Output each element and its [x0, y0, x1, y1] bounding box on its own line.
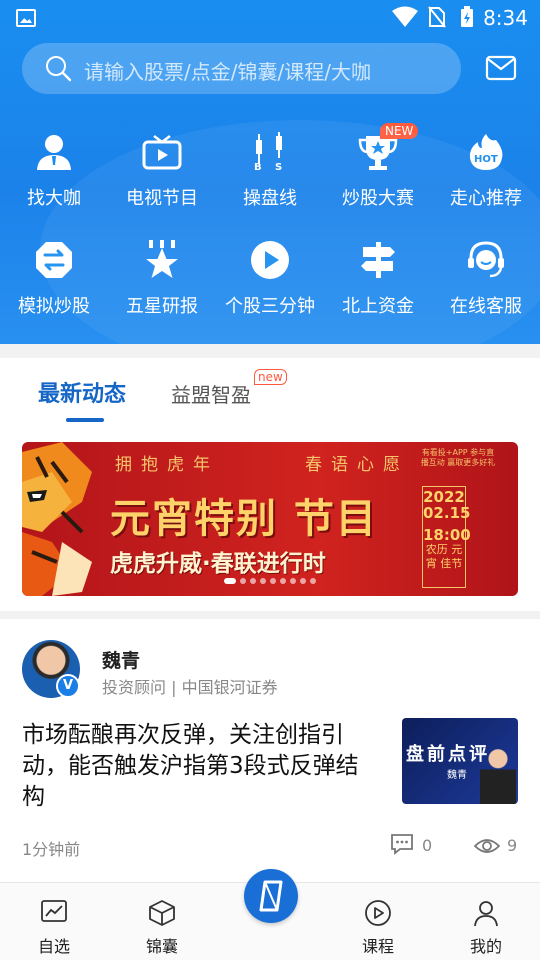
banner-main-title: 元宵特别 节目 [110, 496, 378, 542]
section-divider [0, 611, 540, 619]
menu-label: 操盘线 [243, 188, 297, 209]
hot-icon: HOT [469, 134, 503, 170]
menu-label: 北上资金 [342, 296, 414, 317]
banner-date-note: 农历 元宵 佳节 [425, 543, 463, 570]
banner-date-day: 02.15 [423, 504, 471, 522]
home-logo-button[interactable] [244, 869, 298, 923]
post-time: 1分钟前 [22, 840, 81, 859]
banner-slogan-1: 拥抱虎年 [115, 455, 219, 475]
banner-date-year: 2022 [423, 488, 465, 506]
author-name[interactable]: 魏青 [102, 646, 140, 673]
nav-tips[interactable]: 锦囊 [122, 883, 202, 961]
play-circle-icon [365, 900, 391, 926]
carousel-dot[interactable] [280, 578, 286, 584]
mail-icon[interactable] [485, 55, 517, 81]
new-tag: new [254, 369, 287, 385]
menu-label: 个股三分钟 [225, 296, 315, 317]
menu-label: 模拟炒股 [18, 296, 90, 317]
simulate-icon [36, 242, 72, 278]
svg-text:HOT: HOT [474, 154, 498, 165]
carousel-dot[interactable] [240, 578, 246, 584]
carousel-dot[interactable] [310, 578, 316, 584]
search-placeholder: 请输入股票/点金/锦囊/课程/大咖 [84, 60, 371, 84]
tab-yimeng-zhiying[interactable]: 益盟智盈 [171, 379, 251, 408]
trading-line-icon: BS [254, 132, 282, 172]
thumb-title: 盘前点评 [406, 744, 490, 765]
menu-label: 找大咖 [27, 188, 81, 209]
bottom-nav: 自选 锦囊 课程 我的 [0, 869, 540, 961]
author-subtitle: 投资顾问 | 中国银河证券 [102, 678, 278, 697]
signpost-icon [361, 242, 395, 278]
menu-find-expert[interactable]: 找大咖 [0, 120, 108, 220]
no-sim-icon [428, 6, 446, 33]
menu-label: 炒股大赛 [342, 188, 414, 209]
carousel-dot[interactable] [300, 578, 306, 584]
nav-mine[interactable]: 我的 [446, 883, 526, 961]
promo-banner[interactable]: 拥抱虎年 春语心愿 元宵特别 节目 虎虎升威·春联进行时 有看投+APP 参与直… [22, 442, 518, 596]
nav-label: 锦囊 [145, 937, 178, 956]
nav-courses[interactable]: 课程 [338, 883, 418, 961]
nav-label: 自选 [37, 937, 70, 956]
menu-hot-recommend[interactable]: HOT 走心推荐 [432, 120, 540, 220]
home-logo-icon [259, 880, 283, 912]
tab-latest-news[interactable]: 最新动态 [38, 376, 126, 408]
menu-northbound-funds[interactable]: 北上资金 [324, 228, 432, 328]
carousel-dot[interactable] [260, 578, 266, 584]
status-bar: 8:34 [0, 0, 540, 36]
star-report-icon [146, 240, 178, 278]
carousel-indicator [22, 569, 518, 588]
nav-watchlist[interactable]: 自选 [14, 883, 94, 961]
status-time: 8:34 [483, 6, 528, 30]
menu-tv-program[interactable]: 电视节目 [108, 120, 216, 220]
search-icon [46, 56, 72, 82]
views-count: 9 [507, 836, 518, 855]
battery-charging-icon [460, 6, 474, 33]
menu-online-service[interactable]: 在线客服 [432, 228, 540, 328]
content-tabs: 最新动态 益盟智盈 new [0, 358, 540, 422]
chart-icon [41, 900, 67, 922]
menu-five-star-report[interactable]: 五星研报 [108, 228, 216, 328]
tab-active-indicator [66, 418, 104, 422]
box-icon [149, 900, 175, 926]
menu-label: 在线客服 [450, 296, 522, 317]
wifi-icon [392, 6, 418, 33]
svg-text:B: B [254, 162, 262, 172]
search-input[interactable]: 请输入股票/点金/锦囊/课程/大咖 [22, 43, 461, 94]
banner-date-time: 18:00 [423, 526, 471, 544]
verified-icon: V [56, 674, 80, 698]
play-icon [251, 241, 289, 279]
menu-simulate-trading[interactable]: 模拟炒股 [0, 228, 108, 328]
tv-icon [142, 135, 182, 170]
thumb-name: 魏青 [447, 770, 467, 781]
new-badge: NEW [380, 123, 419, 139]
nav-label: 我的 [469, 937, 502, 956]
headset-icon [468, 241, 504, 278]
banner-corner-text: 有看投+APP 参与直播互动 赢取更多好礼 [420, 448, 496, 467]
carousel-dot[interactable] [224, 578, 236, 584]
menu-label: 电视节目 [126, 188, 198, 209]
user-icon [474, 901, 498, 927]
expert-icon [37, 135, 71, 170]
menu-label: 五星研报 [126, 296, 198, 317]
menu-stock-contest[interactable]: 炒股大赛 [324, 120, 432, 220]
banner-slogan-2: 春语心愿 [305, 455, 409, 475]
thumb-person [480, 746, 516, 804]
svg-text:S: S [275, 162, 282, 172]
menu-stock-three-min[interactable]: 个股三分钟 [216, 228, 324, 328]
carousel-dot[interactable] [250, 578, 256, 584]
trophy-icon [358, 136, 398, 170]
section-divider [0, 344, 540, 358]
post-thumbnail[interactable]: 盘前点评 魏青 [402, 718, 518, 804]
header-area: 8:34 请输入股票/点金/锦囊/课程/大咖 找大咖 电视节目 BS 操盘线 炒… [0, 0, 540, 344]
views-icon [474, 839, 500, 853]
image-notification-icon [16, 9, 36, 27]
comment-icon[interactable] [390, 832, 414, 856]
carousel-dot[interactable] [290, 578, 296, 584]
nav-label: 课程 [361, 937, 394, 956]
carousel-dot[interactable] [270, 578, 276, 584]
post-title[interactable]: 市场酝酿再次反弹，关注创指引动，能否触发沪指第3段式反弹结构 [22, 720, 380, 813]
comment-count: 0 [422, 836, 433, 855]
menu-trading-line[interactable]: BS 操盘线 [216, 120, 324, 220]
menu-label: 走心推荐 [450, 188, 522, 209]
